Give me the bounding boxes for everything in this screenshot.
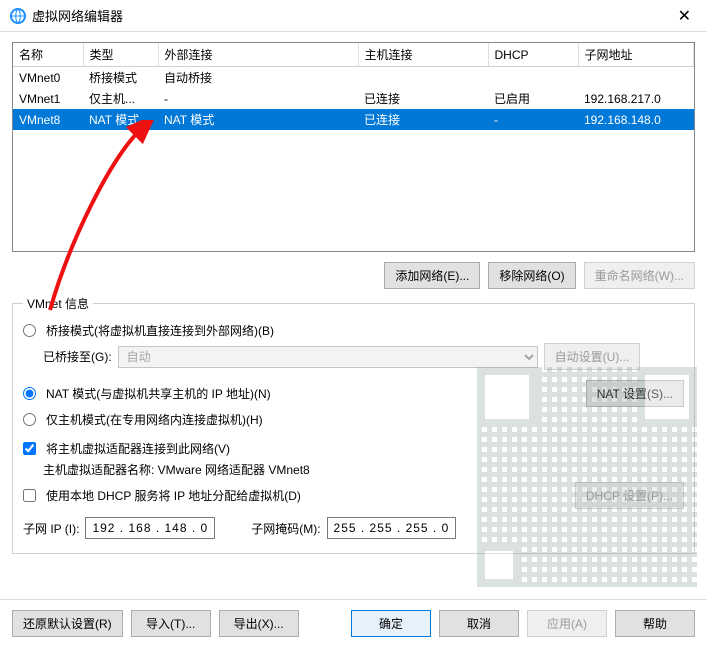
bridge-to-label: 已桥接至(G): — [43, 348, 112, 365]
dhcp-label: 使用本地 DHCP 服务将 IP 地址分配给虚拟机(D) — [46, 487, 569, 504]
bridge-mode-radio[interactable] — [23, 324, 36, 337]
connect-host-adapter-label: 将主机虚拟适配器连接到此网络(V) — [46, 440, 230, 457]
cell-type: NAT 模式 — [83, 109, 158, 130]
col-subnet[interactable]: 子网地址 — [578, 43, 694, 67]
table-header-row: 名称 类型 外部连接 主机连接 DHCP 子网地址 — [13, 43, 694, 67]
cell-subnet — [578, 67, 694, 89]
cell-host: 已连接 — [358, 109, 488, 130]
help-button[interactable]: 帮助 — [615, 610, 695, 637]
bridge-mode-row[interactable]: 桥接模式(将虚拟机直接连接到外部网络)(B) — [23, 322, 684, 339]
col-host[interactable]: 主机连接 — [358, 43, 488, 67]
col-name[interactable]: 名称 — [13, 43, 83, 67]
cell-ext: NAT 模式 — [158, 109, 358, 130]
ok-button[interactable]: 确定 — [351, 610, 431, 637]
subnet-ip-input[interactable]: 192 . 168 . 148 . 0 — [85, 517, 215, 539]
dhcp-row[interactable]: 使用本地 DHCP 服务将 IP 地址分配给虚拟机(D) DHCP 设置(P).… — [23, 482, 684, 509]
dhcp-settings-button[interactable]: DHCP 设置(P)... — [575, 482, 684, 509]
dhcp-checkbox[interactable] — [23, 489, 36, 502]
cell-dhcp: 已启用 — [488, 88, 578, 109]
cell-type: 仅主机... — [83, 88, 158, 109]
col-type[interactable]: 类型 — [83, 43, 158, 67]
export-button[interactable]: 导出(X)... — [219, 610, 299, 637]
table-row[interactable]: VMnet0桥接模式自动桥接 — [13, 67, 694, 89]
subnet-mask-input[interactable]: 255 . 255 . 255 . 0 — [327, 517, 457, 539]
connect-host-adapter-row[interactable]: 将主机虚拟适配器连接到此网络(V) — [23, 440, 684, 457]
network-buttons-row: 添加网络(E)... 移除网络(O) 重命名网络(W)... — [12, 262, 695, 289]
hostonly-mode-row[interactable]: 仅主机模式(在专用网络内连接虚拟机)(H) — [23, 411, 684, 428]
import-button[interactable]: 导入(T)... — [131, 610, 211, 637]
cell-name: VMnet8 — [13, 109, 83, 130]
add-network-button[interactable]: 添加网络(E)... — [384, 262, 480, 289]
restore-defaults-button[interactable]: 还原默认设置(R) — [12, 610, 123, 637]
cell-dhcp — [488, 67, 578, 89]
rename-network-button[interactable]: 重命名网络(W)... — [584, 262, 695, 289]
col-dhcp[interactable]: DHCP — [488, 43, 578, 67]
cancel-button[interactable]: 取消 — [439, 610, 519, 637]
hostonly-mode-label: 仅主机模式(在专用网络内连接虚拟机)(H) — [46, 411, 263, 428]
nat-settings-button[interactable]: NAT 设置(S)... — [586, 380, 684, 407]
cell-subnet: 192.168.217.0 — [578, 88, 694, 109]
adapter-name-label: 主机虚拟适配器名称: VMware 网络适配器 VMnet8 — [43, 461, 310, 478]
bridge-to-row: 已桥接至(G): 自动 自动设置(U)... — [43, 343, 684, 370]
adapter-name-row: 主机虚拟适配器名称: VMware 网络适配器 VMnet8 — [43, 461, 684, 478]
dialog-button-bar: 还原默认设置(R) 导入(T)... 导出(X)... 确定 取消 应用(A) … — [0, 599, 707, 647]
cell-subnet: 192.168.148.0 — [578, 109, 694, 130]
cell-host — [358, 67, 488, 89]
bridge-mode-label: 桥接模式(将虚拟机直接连接到外部网络)(B) — [46, 322, 274, 339]
subnet-ip-label: 子网 IP (I): — [23, 520, 79, 537]
cell-ext: - — [158, 88, 358, 109]
cell-host: 已连接 — [358, 88, 488, 109]
app-icon — [10, 8, 26, 24]
window-title: 虚拟网络编辑器 — [32, 6, 672, 25]
nat-mode-label: NAT 模式(与虚拟机共享主机的 IP 地址)(N) — [46, 385, 580, 402]
col-ext[interactable]: 外部连接 — [158, 43, 358, 67]
apply-button[interactable]: 应用(A) — [527, 610, 607, 637]
vmnet-info-group: VMnet 信息 桥接模式(将虚拟机直接连接到外部网络)(B) 已桥接至(G):… — [12, 295, 695, 554]
cell-name: VMnet0 — [13, 67, 83, 89]
remove-network-button[interactable]: 移除网络(O) — [488, 262, 575, 289]
table-row[interactable]: VMnet1仅主机...-已连接已启用192.168.217.0 — [13, 88, 694, 109]
connect-host-adapter-checkbox[interactable] — [23, 442, 36, 455]
subnet-mask-label: 子网掩码(M): — [251, 520, 320, 537]
nat-mode-row[interactable]: NAT 模式(与虚拟机共享主机的 IP 地址)(N) NAT 设置(S)... — [23, 380, 684, 407]
cell-name: VMnet1 — [13, 88, 83, 109]
nat-mode-radio[interactable] — [23, 387, 36, 400]
bridge-to-select[interactable]: 自动 — [118, 346, 538, 368]
subnet-row: 子网 IP (I): 192 . 168 . 148 . 0 子网掩码(M): … — [23, 517, 684, 539]
titlebar: 虚拟网络编辑器 ✕ — [0, 0, 707, 32]
cell-type: 桥接模式 — [83, 67, 158, 89]
cell-dhcp: - — [488, 109, 578, 130]
vmnet-info-legend: VMnet 信息 — [23, 295, 93, 312]
cell-ext: 自动桥接 — [158, 67, 358, 89]
table-row[interactable]: VMnet8NAT 模式NAT 模式已连接-192.168.148.0 — [13, 109, 694, 130]
hostonly-mode-radio[interactable] — [23, 413, 36, 426]
network-table: 名称 类型 外部连接 主机连接 DHCP 子网地址 VMnet0桥接模式自动桥接… — [12, 42, 695, 252]
close-button[interactable]: ✕ — [672, 6, 697, 26]
auto-settings-button[interactable]: 自动设置(U)... — [544, 343, 641, 370]
